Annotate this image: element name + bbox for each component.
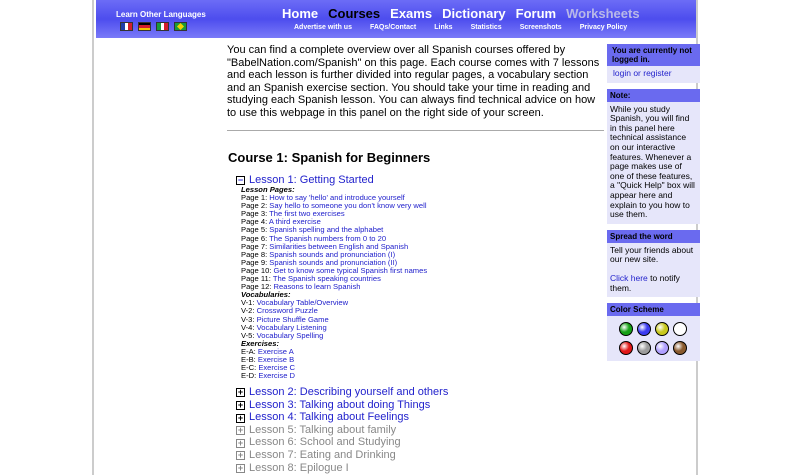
subnav-link[interactable]: Links <box>434 24 452 31</box>
login-box: You are currently not logged in. login o… <box>607 44 700 83</box>
expand-toggle-icon[interactable]: + <box>236 413 245 423</box>
course-title: Course 1: Spanish for Beginners <box>228 150 431 165</box>
lesson-title: Lesson 8: Epilogue I <box>249 461 349 474</box>
lesson-title: Lesson 5: Talking about family <box>249 423 397 436</box>
nav-home-link[interactable]: Home <box>282 6 318 21</box>
subnav-link[interactable]: Statistics <box>471 24 502 31</box>
lesson-row: + Lesson 8: Epilogue I <box>236 461 448 475</box>
color-swatches <box>607 316 700 361</box>
color-swatch-icon[interactable] <box>655 341 669 356</box>
exercise-row: E-D: Exercise D <box>241 372 427 380</box>
expand-toggle-icon: + <box>236 425 245 436</box>
expand-toggle-icon: + <box>236 463 245 474</box>
subnav-link[interactable]: Screenshots <box>520 24 562 31</box>
color-scheme-box: Color Scheme <box>607 303 700 362</box>
sub-nav: Advertise with us FAQs/Contact Links Statis… <box>294 24 645 31</box>
language-flags <box>120 22 187 31</box>
color-scheme-title: Color Scheme <box>607 303 700 317</box>
login-register-link[interactable]: login or register <box>613 68 672 78</box>
subnav-link[interactable]: FAQs/Contact <box>370 24 416 31</box>
note-box: Note: While you study Spanish, you will … <box>607 88 700 224</box>
lesson-title: Lesson 6: School and Studying <box>249 436 401 449</box>
sidebar: You are currently not logged in. login o… <box>607 44 700 367</box>
flag-france-icon[interactable] <box>120 22 133 31</box>
login-status: You are currently not logged in. <box>607 44 700 66</box>
spread-title: Spread the word <box>607 229 700 243</box>
lesson-title[interactable]: Lesson 3: Talking about doing Things <box>249 399 430 411</box>
spread-body: Tell your friends about our new site. <box>610 244 694 265</box>
lesson-1-details: Lesson Pages: Page 1: How to say 'hello' … <box>241 185 427 380</box>
color-swatch-icon[interactable] <box>655 322 669 337</box>
collapse-toggle-icon[interactable]: − <box>236 175 245 185</box>
flag-brazil-icon[interactable] <box>174 22 187 31</box>
subnav-link[interactable]: Advertise with us <box>294 24 352 31</box>
lesson-title: Lesson 7: Eating and Drinking <box>249 449 396 462</box>
subnav-link[interactable]: Privacy Policy <box>580 24 627 31</box>
intro-text: You can find a complete overview over al… <box>227 44 600 119</box>
spread-box: Spread the word Tell your friends about … <box>607 229 700 298</box>
nav-courses-link[interactable]: Courses <box>328 6 380 21</box>
expand-toggle-icon: + <box>236 450 245 461</box>
expand-toggle-icon: + <box>236 437 245 448</box>
exercise-link[interactable]: Exercise D <box>258 371 295 380</box>
nav-forum-link[interactable]: Forum <box>516 6 556 21</box>
note-body: While you study Spanish, you will find i… <box>610 103 695 220</box>
main-nav: Home Courses Exams Dictionary Forum Worksheet… <box>282 6 650 21</box>
lesson-list: + Lesson 2: Describing yourself and other… <box>236 386 448 475</box>
lesson-title[interactable]: Lesson 4: Talking about Feelings <box>249 411 409 423</box>
color-swatch-icon[interactable] <box>637 341 651 356</box>
learn-other-languages-label: Learn Other Languages <box>116 10 206 19</box>
color-swatch-icon[interactable] <box>619 322 633 337</box>
lesson-title[interactable]: Lesson 2: Describing yourself and others <box>249 386 448 398</box>
exercise-prefix: E-D: <box>241 371 259 381</box>
expand-toggle-icon[interactable]: + <box>236 388 245 398</box>
lesson-row[interactable]: + Lesson 2: Describing yourself and other… <box>236 386 448 400</box>
nav-dictionary-link[interactable]: Dictionary <box>442 6 506 21</box>
lesson-row[interactable]: + Lesson 4: Talking about Feelings <box>236 411 448 425</box>
flag-germany-icon[interactable] <box>138 22 151 31</box>
color-swatch-icon[interactable] <box>673 322 687 337</box>
header-bar: Learn Other Languages Home Courses Exams Di… <box>96 0 696 38</box>
expand-toggle-icon[interactable]: + <box>236 401 245 411</box>
divider <box>227 130 604 131</box>
nav-exams-link[interactable]: Exams <box>390 6 432 21</box>
notify-friends-link[interactable]: Click here <box>610 273 648 283</box>
flag-italy-icon[interactable] <box>156 22 169 31</box>
lesson-row: + Lesson 7: Eating and Drinking <box>236 449 448 463</box>
color-swatch-icon[interactable] <box>637 322 651 337</box>
color-swatch-icon[interactable] <box>619 341 633 356</box>
color-swatch-icon[interactable] <box>673 341 687 356</box>
note-title: Note: <box>607 88 700 102</box>
nav-worksheets-link: Worksheets <box>566 6 640 21</box>
